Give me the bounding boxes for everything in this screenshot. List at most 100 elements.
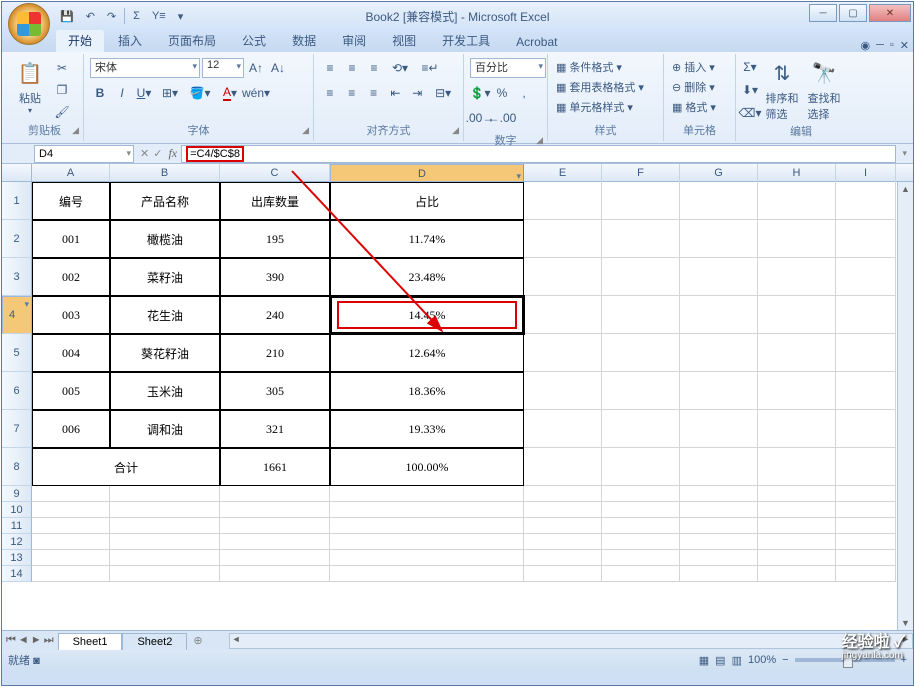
cell[interactable]: 花生油 xyxy=(110,296,220,334)
tab-home[interactable]: 开始 xyxy=(56,29,104,52)
cell[interactable] xyxy=(758,334,836,372)
cell[interactable] xyxy=(110,486,220,502)
cell[interactable] xyxy=(758,534,836,550)
cell[interactable]: 23.48% xyxy=(330,258,524,296)
percent-icon[interactable]: % xyxy=(492,83,512,103)
cell[interactable] xyxy=(524,448,602,486)
tab-layout[interactable]: 页面布局 xyxy=(156,29,228,52)
cell[interactable] xyxy=(680,182,758,220)
paste-button[interactable]: 📋粘贴▾ xyxy=(10,56,50,123)
col-header-e[interactable]: E xyxy=(524,164,602,182)
row-header-14[interactable]: 14 xyxy=(2,566,32,582)
cell[interactable] xyxy=(524,220,602,258)
cell[interactable] xyxy=(758,258,836,296)
cell[interactable] xyxy=(758,410,836,448)
cell[interactable] xyxy=(758,550,836,566)
cell[interactable] xyxy=(32,566,110,582)
cell[interactable] xyxy=(602,372,680,410)
format-painter-icon[interactable]: 🖌 xyxy=(52,102,72,122)
cell[interactable] xyxy=(524,550,602,566)
cell[interactable] xyxy=(836,502,896,518)
cell[interactable] xyxy=(602,518,680,534)
cell[interactable] xyxy=(836,296,896,334)
cell[interactable]: 产品名称 xyxy=(110,182,220,220)
cancel-formula-icon[interactable]: ✕ xyxy=(140,147,149,160)
cell[interactable] xyxy=(524,518,602,534)
cell[interactable]: 编号 xyxy=(32,182,110,220)
cell[interactable] xyxy=(758,486,836,502)
sort-filter-button[interactable]: ⇅排序和 筛选 xyxy=(762,56,802,124)
align-center-icon[interactable]: ≡ xyxy=(342,83,362,103)
dialog-launcher-icon[interactable]: ◢ xyxy=(452,122,459,138)
cell[interactable]: 390 xyxy=(220,258,330,296)
dialog-launcher-icon[interactable]: ◢ xyxy=(72,122,79,138)
cell[interactable] xyxy=(330,518,524,534)
cell[interactable]: 11.74% xyxy=(330,220,524,258)
cell[interactable]: 18.36% xyxy=(330,372,524,410)
cell[interactable]: 12.64% xyxy=(330,334,524,372)
cell[interactable] xyxy=(524,534,602,550)
mdi-close[interactable]: ✕ xyxy=(900,39,909,52)
cell[interactable]: 14.45% xyxy=(330,296,524,334)
cell[interactable]: 240 xyxy=(220,296,330,334)
cell[interactable] xyxy=(680,448,758,486)
cell[interactable] xyxy=(836,258,896,296)
cell[interactable] xyxy=(758,296,836,334)
autosum-icon[interactable]: Σ▾ xyxy=(740,57,760,77)
cell[interactable] xyxy=(758,372,836,410)
cell[interactable] xyxy=(602,534,680,550)
col-header-i[interactable]: I xyxy=(836,164,896,182)
row-header-7[interactable]: 7 xyxy=(2,410,32,448)
cell[interactable] xyxy=(680,486,758,502)
last-sheet-icon[interactable]: ⏭ xyxy=(44,634,54,647)
cell[interactable] xyxy=(602,296,680,334)
align-left-icon[interactable]: ≡ xyxy=(320,83,340,103)
col-header-f[interactable]: F xyxy=(602,164,680,182)
conditional-format-button[interactable]: ▦条件格式▾ xyxy=(554,58,657,76)
cell[interactable] xyxy=(680,372,758,410)
cell[interactable] xyxy=(836,334,896,372)
cell[interactable] xyxy=(602,258,680,296)
cell[interactable] xyxy=(220,486,330,502)
cell[interactable] xyxy=(110,518,220,534)
cell[interactable]: 003 xyxy=(32,296,110,334)
sigma-icon[interactable]: Σ xyxy=(129,8,144,24)
sheet-tab-2[interactable]: Sheet2 xyxy=(122,633,187,650)
border-button[interactable]: ⊞▾ xyxy=(156,83,184,103)
cell[interactable]: 305 xyxy=(220,372,330,410)
indent-decrease-icon[interactable]: ⇤ xyxy=(386,83,406,103)
cell[interactable]: 出库数量 xyxy=(220,182,330,220)
cell[interactable] xyxy=(836,448,896,486)
row-header-3[interactable]: 3 xyxy=(2,258,32,296)
copy-icon[interactable]: ❐ xyxy=(52,80,72,100)
cell[interactable]: 葵花籽油 xyxy=(110,334,220,372)
cell[interactable] xyxy=(110,534,220,550)
cell[interactable]: 玉米油 xyxy=(110,372,220,410)
cell[interactable] xyxy=(524,296,602,334)
cell[interactable] xyxy=(220,534,330,550)
cell[interactable]: 195 xyxy=(220,220,330,258)
cell[interactable] xyxy=(220,566,330,582)
zoom-in-icon[interactable]: + xyxy=(901,654,907,666)
cell[interactable] xyxy=(32,486,110,502)
clear-icon[interactable]: ⌫▾ xyxy=(740,103,760,123)
align-middle-icon[interactable]: ≡ xyxy=(342,58,362,78)
cell[interactable]: 占比 xyxy=(330,182,524,220)
cell[interactable] xyxy=(110,550,220,566)
cell[interactable] xyxy=(680,258,758,296)
cell[interactable] xyxy=(220,502,330,518)
minimize-button[interactable]: ─ xyxy=(809,4,837,22)
cell[interactable] xyxy=(680,334,758,372)
row-header-10[interactable]: 10 xyxy=(2,502,32,518)
cell[interactable] xyxy=(758,220,836,258)
cell[interactable] xyxy=(330,550,524,566)
cell[interactable]: 210 xyxy=(220,334,330,372)
cell[interactable] xyxy=(680,410,758,448)
cell[interactable] xyxy=(32,518,110,534)
office-button[interactable] xyxy=(8,3,50,45)
close-button[interactable]: ✕ xyxy=(869,4,911,22)
align-bottom-icon[interactable]: ≡ xyxy=(364,58,384,78)
row-header-9[interactable]: 9 xyxy=(2,486,32,502)
cell[interactable] xyxy=(330,502,524,518)
number-format-select[interactable]: 百分比 xyxy=(470,58,546,78)
